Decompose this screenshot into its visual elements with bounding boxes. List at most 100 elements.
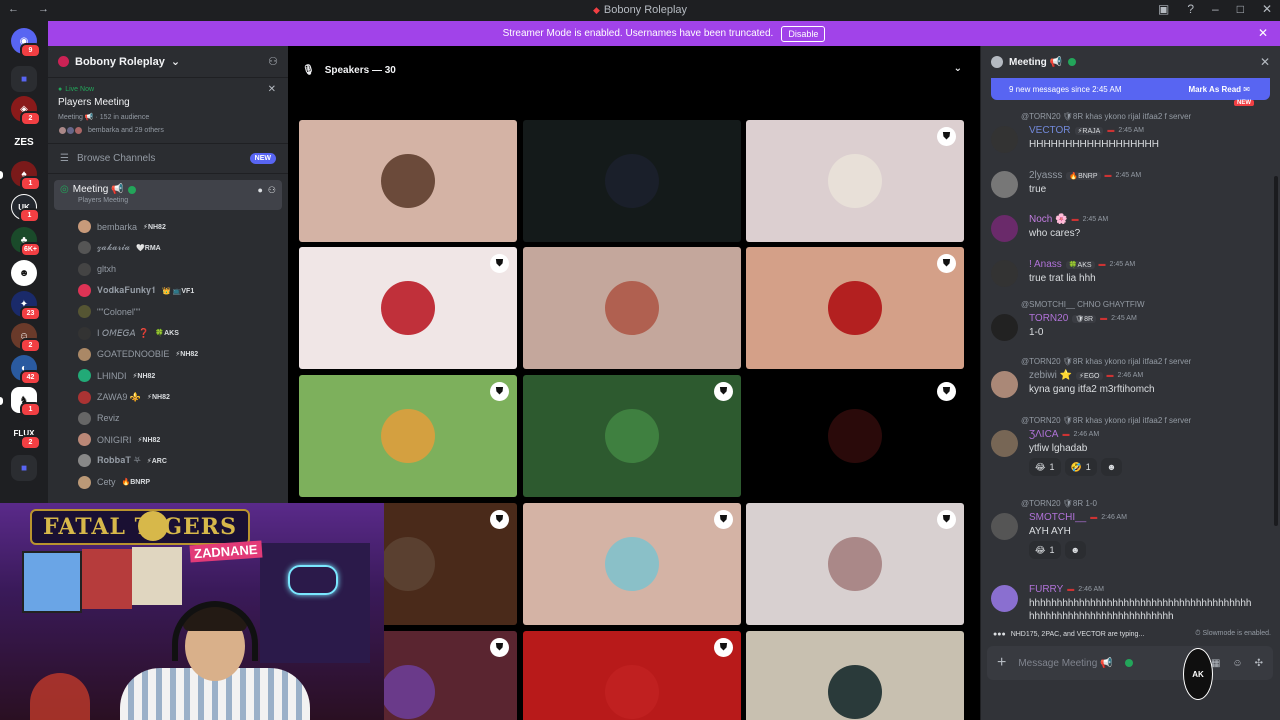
username[interactable]: ! Anass [1029,259,1062,270]
server-zes[interactable]: ZES [11,129,37,155]
server-icon[interactable]: ◐ 42 [11,355,41,385]
event-title: Players Meeting [58,97,130,108]
emoji-icon[interactable]: ☺ [1232,658,1242,669]
member-row[interactable]: 𝐑𝐨𝐛𝐛𝐚𝐓 ⛧ ⚡ARC [48,450,288,471]
speaker-tile[interactable] [523,120,741,242]
member-row[interactable]: ONIGIRI ⚡NH82 [48,429,288,450]
avatar[interactable] [991,585,1018,612]
mark-as-read-button[interactable]: Mark As Read ✉ [1188,85,1250,94]
chevron-down-icon[interactable]: ⌄ [954,63,962,74]
server-icon[interactable]: ☻ [11,260,37,286]
message-input[interactable]: Message Meeting 📢 [1018,658,1112,669]
reply-preview[interactable]: @TORN20 🛡8R khas ykono rijal itfaa2 f se… [1021,112,1191,121]
server-uk[interactable]: UK 1 [11,194,40,223]
speaker-tile[interactable]: ⛊ [523,375,741,497]
guild-header[interactable]: Bobony Roleplay ⌄ ⚇ [48,46,288,78]
member-row[interactable]: LHINDI ⚡NH82 [48,365,288,386]
avatar [828,154,882,208]
reaction-count: 1 [1085,462,1091,472]
avatar[interactable] [991,430,1018,457]
close-window-icon[interactable]: ✕ [1262,2,1272,16]
username[interactable]: 2lyasss [1029,170,1062,181]
scrollbar[interactable] [1274,176,1278,526]
avatar[interactable] [991,126,1018,153]
folder-icon[interactable]: ■ [11,455,37,481]
server-icon[interactable]: ✦ 23 [11,291,41,321]
speaker-tile[interactable]: ⛊ [746,375,964,497]
username[interactable]: Noch 🌸 [1029,214,1068,225]
server-icon[interactable]: ♠ 1 [11,161,41,191]
apps-icon[interactable]: ✣ [1255,658,1263,669]
flag-icon: ▬ [1067,586,1075,593]
username[interactable]: FURRY [1029,584,1063,595]
discord-home-icon[interactable]: ◉ 9 [11,28,41,58]
username[interactable]: SMOTCHI__ [1029,512,1086,523]
speaker-tile[interactable]: ⛊ [746,247,964,369]
server-icon[interactable]: ◈ 2 [11,96,41,126]
reply-preview[interactable]: @TORN20 🛡8R khas ykono rijal itfaa2 f se… [1021,416,1191,425]
speaker-tile[interactable]: ⛊ [299,247,517,369]
avatar[interactable] [991,171,1018,198]
speaker-tile[interactable]: ⛊ [746,503,964,625]
avatar[interactable] [991,215,1018,242]
avatar[interactable] [991,513,1018,540]
server-icon[interactable]: ♞ 1 [11,387,41,417]
folder-icon[interactable]: ■ [11,66,37,92]
avatar[interactable] [991,260,1018,287]
add-attachment-icon[interactable]: + [997,654,1006,672]
speaker-tile[interactable]: ⛊ [299,375,517,497]
add-member-icon[interactable]: ⚇ [268,185,276,196]
speaker-tile[interactable]: ⛊ [523,631,741,720]
reaction-button[interactable]: 😂 1 [1029,458,1061,476]
new-messages-bar[interactable]: 9 new messages since 2:45 AM Mark As Rea… [991,78,1270,106]
new-messages-text: 9 new messages since 2:45 AM [1009,84,1122,94]
close-icon[interactable]: ✕ [268,84,276,95]
minimize-icon[interactable]: – [1212,2,1219,16]
username[interactable]: VECTOR [1029,125,1071,136]
reply-preview[interactable]: @TORN20 🛡8R khas ykono rijal itfaa2 f se… [1021,357,1191,366]
username[interactable]: TORN20 [1029,313,1068,324]
inbox-icon[interactable]: ▣ [1158,2,1169,16]
chat-icon[interactable]: ● [257,185,262,196]
speaker-tile[interactable] [299,120,517,242]
live-event-card[interactable]: Live Now Players Meeting Meeting 📢 · 152… [48,78,288,144]
close-icon[interactable]: ✕ [1258,26,1268,40]
close-icon[interactable]: ✕ [1260,55,1270,69]
member-row[interactable]: Cety 🔥BNRP [48,472,288,493]
avatar[interactable] [991,314,1018,341]
reaction-button[interactable]: 🤣 1 [1064,458,1097,476]
server-icon[interactable]: ♣ 6K+ [11,227,41,257]
speaker-tile[interactable]: ⛊ [523,503,741,625]
reaction-button[interactable]: ☻ [1064,541,1087,559]
member-row[interactable]: 𝐕𝐨𝐝𝐤𝐚𝐅𝐮𝐧𝐤𝐲𝟏 👑 📺VF1 [48,280,288,301]
speaker-tile[interactable] [746,631,964,720]
reply-preview[interactable]: @SMOTCHI__ CHNO GHAYTFIW [1021,300,1145,309]
member-row[interactable]: ZAWA9 ⚜️ ⚡NH82 [48,386,288,407]
member-row[interactable]: GOATEDNOOBIE ⚡NH82 [48,344,288,365]
message-composer[interactable]: + Message Meeting 📢 ▦ ☺ ✣ [987,646,1273,680]
speakers-header[interactable]: 🎙 Speakers — 30 ⌄ [288,46,980,94]
member-row[interactable]: Reviz [48,408,288,429]
speaker-tile[interactable] [523,247,741,369]
member-row[interactable]: bembarka ⚡NH82 [48,216,288,237]
member-row[interactable]: gltxh [48,259,288,280]
maximize-icon[interactable]: □ [1237,2,1244,16]
browse-channels[interactable]: ☰ Browse Channels NEW [48,144,288,174]
reaction-button[interactable]: ☻ [1100,458,1123,476]
invite-icon[interactable]: ⚇ [268,55,278,68]
help-icon[interactable]: ? [1187,2,1194,16]
reaction-button[interactable]: 😂 1 [1029,541,1061,559]
server-icon[interactable]: ☺ 2 [11,323,41,353]
reply-preview[interactable]: @TORN20 🛡8R 1-0 [1021,499,1097,508]
member-row[interactable]: I 𝘖𝘔𝘌𝘎𝘈 ❓ 🍀AKS [48,322,288,343]
username[interactable]: zebiwi ⭐ [1029,370,1072,381]
voice-channel-meeting[interactable]: ◎ Meeting 📢 Players Meeting ● ⚇ [54,180,282,210]
member-row[interactable]: ""Colonel"" [48,301,288,322]
speaker-tile[interactable]: ⛊ [746,120,964,242]
avatar[interactable] [991,371,1018,398]
member-row[interactable]: 𝔃𝓪𝓴𝓪𝓻𝓲𝓪 🤍RMA [48,237,288,258]
disable-button[interactable]: Disable [781,25,826,42]
server-flux[interactable]: FLUX 2 [11,420,41,450]
username[interactable]: ƷΛICA [1029,429,1058,440]
banner-text: Streamer Mode is enabled. Usernames have… [502,28,774,39]
